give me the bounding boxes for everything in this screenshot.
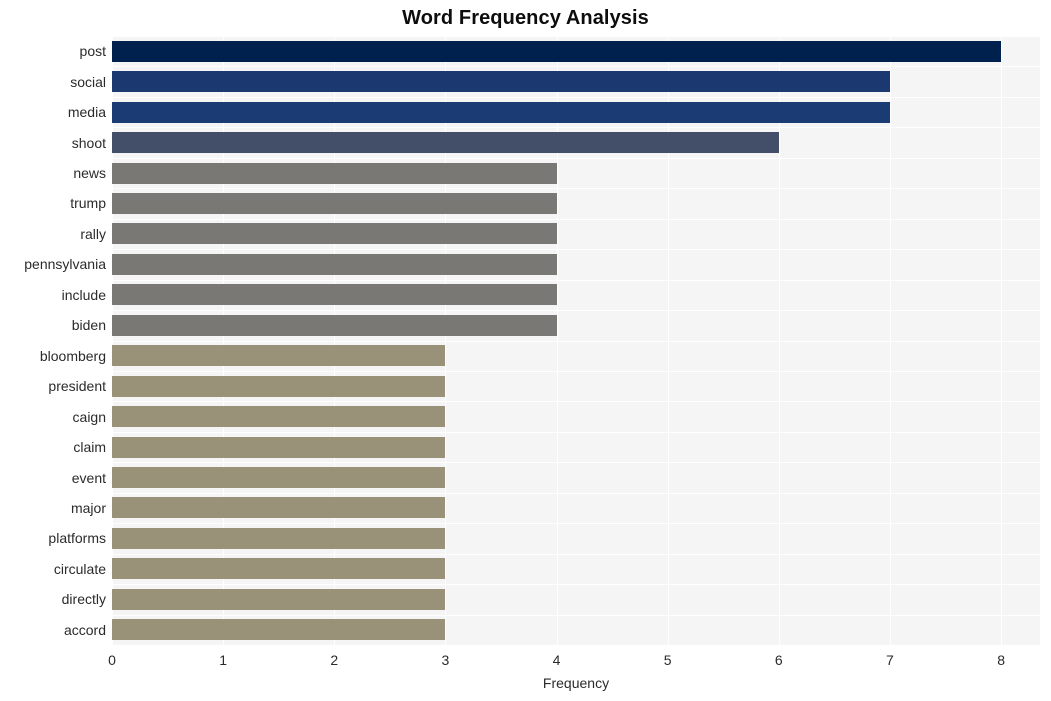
bar <box>112 558 446 579</box>
y-axis-label-include: include <box>61 286 106 303</box>
bar <box>112 619 446 640</box>
bar <box>112 406 446 427</box>
bar <box>112 589 446 610</box>
y-axis-label-shoot: shoot <box>71 134 106 151</box>
horizontal-gridline <box>112 188 1040 189</box>
horizontal-gridline <box>112 523 1040 524</box>
y-axis-label-media: media <box>67 104 106 121</box>
y-axis-label-president: president <box>48 378 106 395</box>
x-axis-tick-7: 7 <box>886 652 894 668</box>
y-axis-label-directly: directly <box>61 591 106 608</box>
horizontal-gridline <box>112 584 1040 585</box>
y-axis-label-claim: claim <box>73 439 106 456</box>
bar <box>112 254 557 275</box>
bar <box>112 345 446 366</box>
horizontal-gridline <box>112 310 1040 311</box>
horizontal-gridline <box>112 97 1040 98</box>
bar <box>112 193 557 214</box>
y-axis-label-accord: accord <box>63 621 106 638</box>
y-axis-label-caign: caign <box>72 408 106 425</box>
y-axis-label-trump: trump <box>70 195 106 212</box>
horizontal-gridline <box>112 401 1040 402</box>
y-axis-label-major: major <box>70 499 106 516</box>
bar <box>112 528 446 549</box>
x-axis-tick-8: 8 <box>997 652 1005 668</box>
chart-title: Word Frequency Analysis <box>402 7 649 29</box>
horizontal-gridline <box>112 371 1040 372</box>
x-axis-tick-6: 6 <box>774 652 783 668</box>
bar <box>112 223 557 244</box>
x-axis-title: Frequency <box>542 675 610 691</box>
bar <box>112 376 446 397</box>
y-axis-label-biden: biden <box>71 317 106 334</box>
plot-area <box>112 36 1040 645</box>
bar <box>112 41 1002 62</box>
x-axis-tick-4: 4 <box>552 652 561 668</box>
y-axis-label-circulate: circulate <box>53 560 106 577</box>
x-axis-tick-3: 3 <box>441 652 450 668</box>
bar <box>112 132 779 153</box>
horizontal-gridline <box>112 66 1040 67</box>
y-axis-label-bloomberg: bloomberg <box>39 347 106 364</box>
y-axis-label-pennsylvania: pennsylvania <box>24 256 106 273</box>
horizontal-gridline <box>112 219 1040 220</box>
y-axis-label-news: news <box>73 165 106 182</box>
bar <box>112 71 890 92</box>
bar <box>112 437 446 458</box>
x-axis-tick-2: 2 <box>330 652 339 668</box>
y-axis-label-event: event <box>71 469 106 486</box>
bar <box>112 102 890 123</box>
bar <box>112 497 446 518</box>
bar <box>112 315 557 336</box>
horizontal-gridline <box>112 462 1040 463</box>
horizontal-gridline <box>112 493 1040 494</box>
y-axis-label-rally: rally <box>80 225 106 242</box>
word-frequency-chart: Word Frequency Analysis post social media s… <box>0 0 1051 701</box>
bar <box>112 284 557 305</box>
horizontal-gridline <box>112 280 1040 281</box>
x-axis-tick-1: 1 <box>219 652 228 668</box>
bar <box>112 163 557 184</box>
horizontal-gridline <box>112 432 1040 433</box>
horizontal-gridline <box>112 615 1040 616</box>
horizontal-gridline <box>112 341 1040 342</box>
y-axis-label-social: social <box>70 73 106 90</box>
bar <box>112 467 446 488</box>
horizontal-gridline <box>112 127 1040 128</box>
y-axis-label-platforms: platforms <box>48 530 106 547</box>
horizontal-gridline <box>112 249 1040 250</box>
x-axis-tick-5: 5 <box>663 652 672 668</box>
y-axis-label-post: post <box>79 43 106 60</box>
horizontal-gridline <box>112 36 1040 37</box>
horizontal-gridline <box>112 554 1040 555</box>
horizontal-gridline <box>112 158 1040 159</box>
x-axis-tick-0: 0 <box>108 652 116 668</box>
